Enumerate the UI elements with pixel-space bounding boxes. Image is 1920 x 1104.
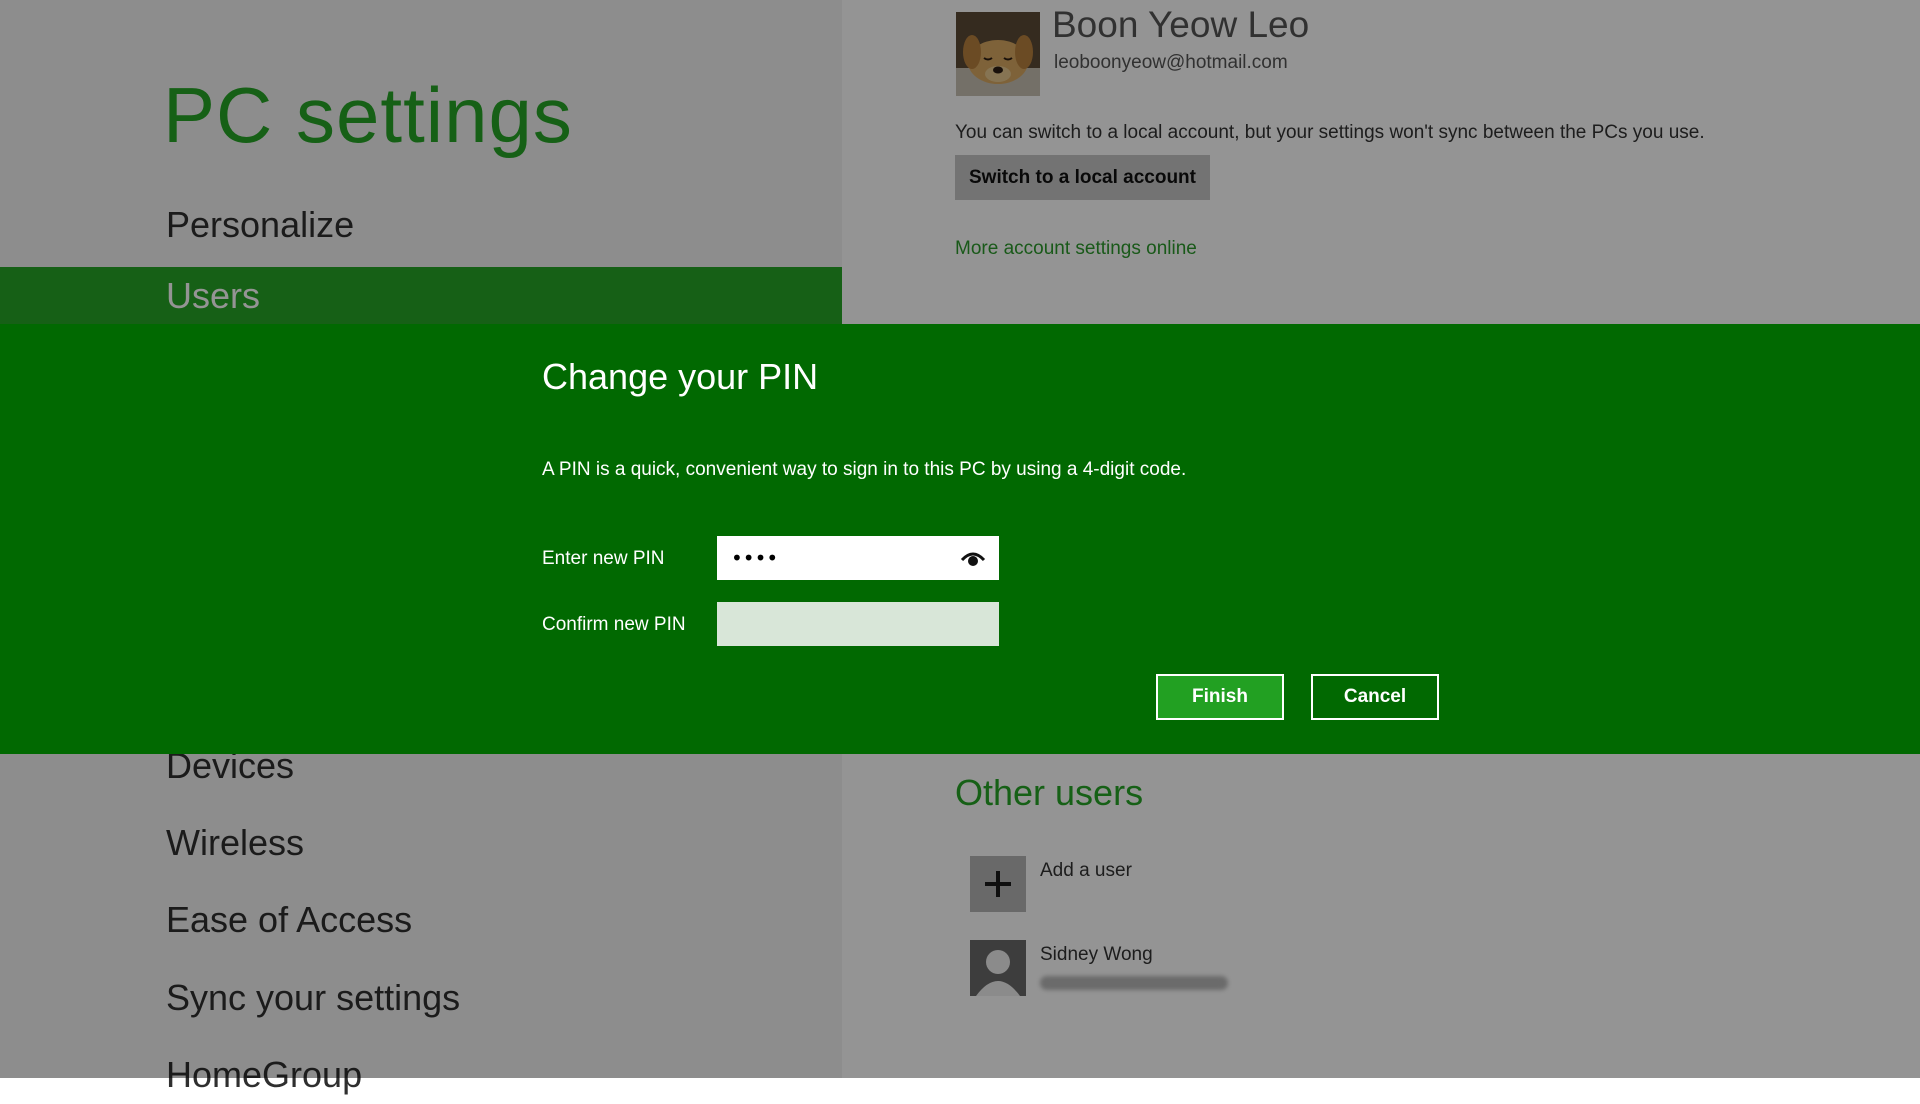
eye-icon[interactable] [960, 548, 986, 568]
confirm-pin-label: Confirm new PIN [542, 614, 686, 635]
change-pin-dialog: Change your PIN A PIN is a quick, conven… [0, 324, 1920, 754]
finish-button[interactable]: Finish [1156, 674, 1284, 720]
cancel-button[interactable]: Cancel [1311, 674, 1439, 720]
dialog-title: Change your PIN [542, 356, 819, 397]
confirm-pin-input[interactable] [717, 602, 999, 646]
new-pin-label: Enter new PIN [542, 548, 665, 569]
dialog-description: A PIN is a quick, convenient way to sign… [542, 459, 1187, 480]
new-pin-input[interactable] [717, 536, 999, 580]
